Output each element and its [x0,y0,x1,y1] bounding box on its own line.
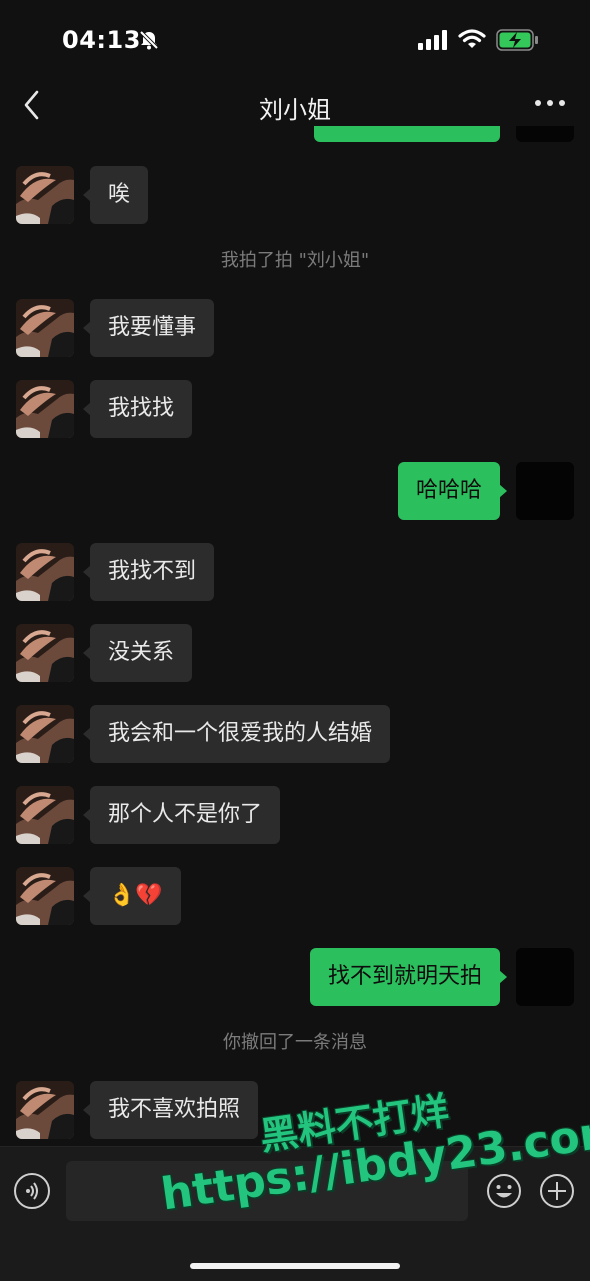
wifi-icon [458,29,486,48]
incoming-message[interactable]: 我不喜欢拍照 [82,1081,259,1139]
incoming-message[interactable]: 我会和一个很爱我的人结婚 [82,705,391,763]
contact-avatar[interactable] [16,299,74,357]
emoji-icon[interactable] [486,1173,522,1209]
home-indicator [190,1263,400,1269]
nav-bar: 刘小姐 [0,80,590,140]
previous-avatar [516,126,574,142]
contact-avatar[interactable] [16,867,74,925]
contact-avatar[interactable] [16,1081,74,1139]
my-avatar[interactable] [516,462,574,520]
incoming-message[interactable]: 唉 [82,166,149,224]
incoming-message[interactable]: 没关系 [82,624,193,682]
incoming-message[interactable]: 那个人不是你了 [82,786,281,844]
previous-outgoing-bubble [314,126,500,142]
incoming-message[interactable]: 我找不到 [82,543,215,601]
signal-icon [418,30,447,50]
contact-avatar[interactable] [16,380,74,438]
contact-avatar[interactable] [16,786,74,844]
incoming-message[interactable]: 我要懂事 [82,299,215,357]
my-avatar[interactable] [516,948,574,1006]
system-notice: 你撤回了一条消息 [223,1032,367,1053]
incoming-emoji-message[interactable]: 👌💔 [83,867,181,925]
contact-avatar[interactable] [16,705,74,763]
system-notice: 我拍了拍 "刘小姐" [220,250,370,271]
status-time: 04:13 [62,26,141,54]
battery-charging-icon [496,29,538,51]
contact-avatar[interactable] [16,624,74,682]
outgoing-message[interactable]: 找不到就明天拍 [309,948,508,1006]
status-bar: 04:13 [0,0,590,80]
voice-icon[interactable] [14,1173,50,1209]
chat-title: 刘小姐 [259,96,331,124]
outgoing-message[interactable]: 哈哈哈 [397,462,508,520]
bell-slash-icon [139,30,159,50]
contact-avatar[interactable] [16,166,74,224]
contact-avatar[interactable] [16,543,74,601]
incoming-message[interactable]: 我找找 [82,380,193,438]
plus-icon[interactable] [539,1173,575,1209]
more-dots-icon[interactable] [534,98,566,108]
